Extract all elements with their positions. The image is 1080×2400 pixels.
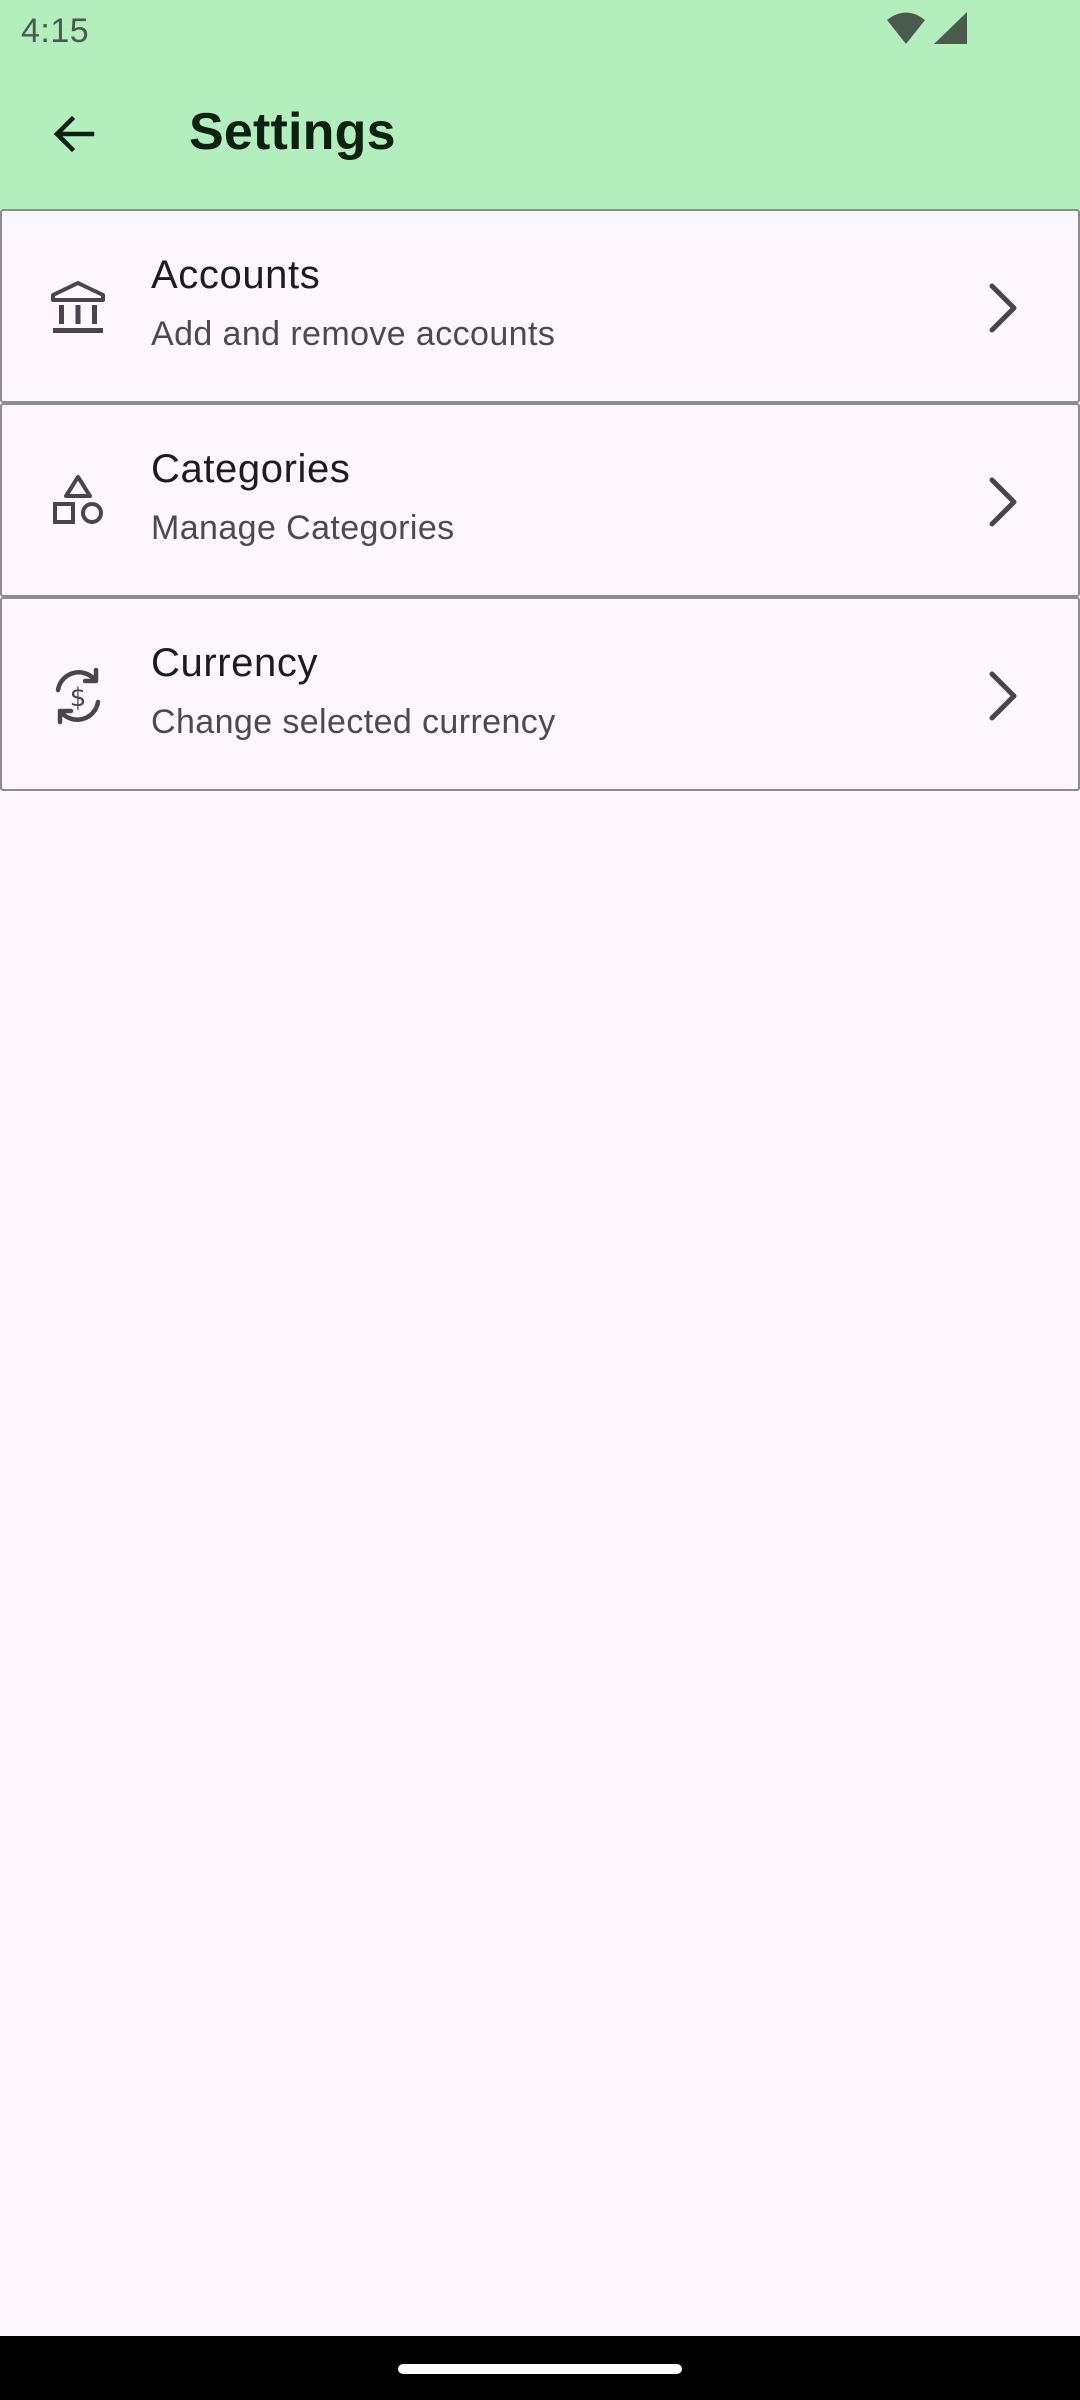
- item-title: Currency: [151, 641, 319, 685]
- settings-list: Accounts Add and remove accounts Categor…: [0, 209, 1080, 791]
- chevron-right-icon: [974, 472, 1030, 532]
- settings-item-currency[interactable]: $ Currency Change selected currency: [0, 597, 1080, 791]
- settings-item-accounts[interactable]: Accounts Add and remove accounts: [0, 209, 1080, 403]
- home-gesture-handle[interactable]: [398, 2364, 682, 2374]
- svg-text:$: $: [70, 683, 87, 713]
- status-time: 4:15: [21, 12, 90, 50]
- item-subtitle: Add and remove accounts: [151, 315, 556, 353]
- app-bar: Settings: [0, 62, 1080, 209]
- chevron-right-icon: [974, 666, 1030, 726]
- status-bar: 4:15: [0, 0, 1080, 62]
- system-navigation-bar: [0, 2336, 1080, 2400]
- item-subtitle: Manage Categories: [151, 509, 455, 547]
- bank-icon: [46, 276, 110, 340]
- currency-exchange-icon: $: [46, 664, 110, 728]
- status-icons: [886, 11, 968, 50]
- shapes-icon: [46, 470, 110, 534]
- wifi-icon: [886, 11, 926, 50]
- item-subtitle: Change selected currency: [151, 703, 556, 741]
- page-title: Settings: [189, 103, 396, 161]
- arrow-back-icon: [50, 110, 98, 163]
- chevron-right-icon: [974, 278, 1030, 338]
- cellular-signal-icon: [932, 11, 968, 50]
- settings-item-categories[interactable]: Categories Manage Categories: [0, 403, 1080, 597]
- item-title: Categories: [151, 447, 351, 491]
- back-button[interactable]: [26, 94, 122, 178]
- item-title: Accounts: [151, 253, 321, 297]
